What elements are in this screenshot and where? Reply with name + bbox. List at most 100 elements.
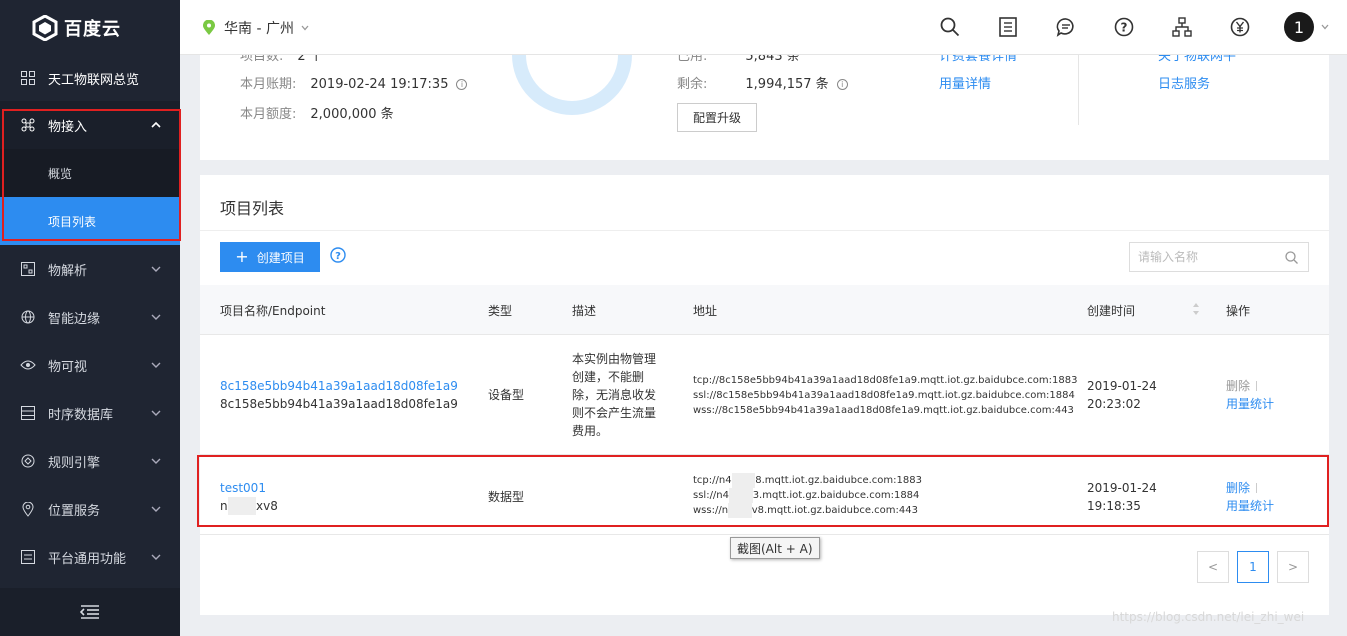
project-endpoint: 8c158e5bb94b41a39a1aad18d08fe1a9 (220, 397, 458, 411)
sidebar-item-rules[interactable]: 规则引擎 (0, 437, 180, 485)
column-header-address: 地址 (693, 304, 718, 318)
desc-line: 除，无消息收发 (572, 388, 657, 402)
chevron-down-icon (151, 554, 161, 560)
sidebar-item-label: 物可视 (48, 359, 88, 375)
upgrade-config-button[interactable]: 配置升级 (677, 103, 757, 132)
redacted-block: xxxx (731, 473, 756, 488)
column-header-created: 创建时间 (1087, 304, 1136, 318)
ssl-address: ssl://n4xxxx3.mqtt.iot.gz.baidubce.com:1… (693, 488, 922, 503)
project-list-title: 项目列表 (220, 199, 285, 218)
wss-address: wss://8c158e5bb94b41a39a1aad18d08fe1a9.m… (693, 405, 1074, 416)
delete-button[interactable]: 删除 (1226, 481, 1250, 495)
project-count-label: 项目数: (240, 55, 284, 64)
endpoint-prefix: n (220, 499, 228, 513)
sidebar-subitem-project-list[interactable]: 项目列表 (0, 197, 180, 245)
sidebar-item-iot-hub[interactable]: 物接入 (0, 101, 180, 149)
created-date: 2019-01-24 (1087, 379, 1157, 393)
used-label: 已用: (677, 55, 708, 64)
sidebar-item-edge[interactable]: 智能边缘 (0, 293, 180, 341)
sidebar-subitem-label: 项目列表 (48, 214, 97, 229)
pagination-next-button[interactable]: > (1277, 551, 1309, 583)
pagination-page-1[interactable]: 1 (1237, 551, 1269, 583)
location-pin-icon (20, 501, 36, 517)
rules-icon (20, 453, 36, 469)
remaining-value: 1,994,157 条 (745, 77, 829, 92)
org-button[interactable] (1171, 16, 1193, 38)
region-label: 华南 - 广州 (224, 21, 294, 37)
divider (1256, 483, 1258, 493)
billing-plan-detail-link[interactable]: 计费套餐详情 (939, 55, 1017, 64)
messages-button[interactable] (1055, 16, 1077, 38)
create-project-label: 创建项目 (256, 250, 305, 265)
info-icon[interactable]: i (456, 79, 468, 90)
sidebar-item-overview[interactable]: 天工物联网总览 (0, 55, 180, 101)
usage-stats-link[interactable]: 用量统计 (1226, 395, 1274, 413)
sidebar-item-label: 物解析 (48, 263, 88, 279)
region-selector[interactable]: 华南 - 广州 (202, 18, 310, 38)
usage-summary-card: 项目数: 2 个 本月账期: 2019-02-24 19:17:35 i 本月额度: 2… (200, 55, 1329, 160)
sidebar-item-visual[interactable]: 物可视 (0, 341, 180, 389)
layers-icon (20, 549, 36, 565)
project-name-link[interactable]: test001 (220, 479, 278, 497)
billing-period-value: 2019-02-24 19:17:35 (310, 77, 449, 92)
log-service-link[interactable]: 日志服务 (1158, 73, 1210, 92)
screenshot-tooltip: 截图(Alt + A) (730, 537, 820, 559)
yuan-currency-icon (1230, 17, 1250, 37)
help-question-icon[interactable]: ? (330, 247, 346, 263)
project-name-link[interactable]: 8c158e5bb94b41a39a1aad18d08fe1a9 (220, 377, 458, 395)
sidebar: 百度云 天工物联网总览 物接入 概览 项目列表 物解析 智能边缘 物可视 时序数… (0, 0, 180, 636)
billing-period-label: 本月账期: (240, 77, 297, 92)
search-icon[interactable] (1285, 251, 1298, 264)
orders-button[interactable] (997, 16, 1019, 38)
monthly-quota-value: 2,000,000 条 (310, 107, 394, 122)
sidebar-subitem-overview[interactable]: 概览 (0, 149, 180, 197)
desc-line: 本实例由物管理 (572, 352, 657, 366)
brand-logo[interactable]: 百度云 (0, 0, 180, 55)
column-header-name: 项目名称/Endpoint (220, 304, 326, 318)
table-row: test001 nxxxxxv8 数据型 tcp://n4xxxx8.mqtt.… (200, 455, 1329, 535)
address-prefix: wss://n (693, 505, 729, 516)
address-prefix: tcp://n4 (693, 475, 732, 486)
about-iot-platform-link[interactable]: 关于物联网平 (1158, 55, 1236, 64)
help-button[interactable]: ? (1113, 16, 1135, 38)
project-name-cell: test001 nxxxxxv8 (220, 479, 278, 515)
user-avatar[interactable]: 1 (1284, 12, 1314, 42)
usage-detail-link[interactable]: 用量详情 (939, 73, 991, 92)
desc-line: 费用。 (572, 424, 609, 438)
desc-line: 则不会产生流量 (572, 406, 657, 420)
sidebar-item-iot-parser[interactable]: 物解析 (0, 245, 180, 293)
tcp-address: tcp://8c158e5bb94b41a39a1aad18d08fe1a9.m… (693, 375, 1078, 386)
divider (1256, 381, 1258, 391)
search-button[interactable] (939, 16, 961, 38)
create-project-button[interactable]: + 创建项目 (220, 242, 320, 272)
pagination-prev-button[interactable]: < (1197, 551, 1229, 583)
sidebar-collapse-button[interactable] (0, 588, 180, 636)
chevron-up-icon (151, 121, 161, 128)
sidebar-item-tsdb[interactable]: 时序数据库 (0, 389, 180, 437)
sidebar-item-location[interactable]: 位置服务 (0, 485, 180, 533)
created-clock: 20:23:02 (1087, 397, 1141, 411)
project-type: 设备型 (488, 388, 525, 402)
billing-period-row: 本月账期: 2019-02-24 19:17:35 i (240, 73, 468, 92)
grid-icon (20, 70, 36, 86)
monthly-quota-label: 本月额度: (240, 107, 297, 122)
sort-icon[interactable] (1192, 302, 1200, 316)
redacted-block: xxxx (227, 497, 257, 515)
usage-donut-chart (512, 55, 632, 115)
address-suffix: 3.mqtt.iot.gz.baidubce.com:1884 (752, 490, 920, 501)
chevron-down-icon (151, 506, 161, 512)
info-icon[interactable]: i (836, 79, 848, 90)
chevron-down-icon[interactable] (1320, 22, 1330, 32)
sidebar-item-platform[interactable]: 平台通用功能 (0, 533, 180, 581)
baidu-cloud-logo-icon (32, 14, 58, 41)
project-search-input[interactable] (1138, 250, 1278, 264)
project-name-cell: 8c158e5bb94b41a39a1aad18d08fe1a9 8c158e5… (220, 377, 458, 413)
billing-button[interactable] (1229, 16, 1251, 38)
tcp-address: tcp://n4xxxx8.mqtt.iot.gz.baidubce.com:1… (693, 473, 922, 488)
sidebar-subitem-label: 概览 (48, 166, 73, 181)
usage-stats-link[interactable]: 用量统计 (1226, 497, 1274, 515)
chevron-down-icon (151, 458, 161, 464)
redacted-block: xxxx (728, 503, 752, 518)
database-icon (20, 405, 36, 421)
chevron-down-icon (151, 410, 161, 416)
